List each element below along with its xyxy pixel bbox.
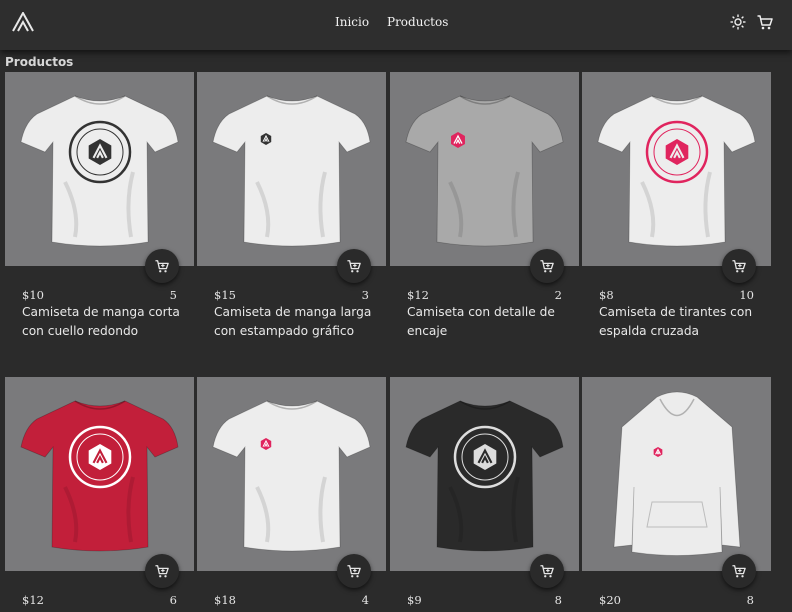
product-stock: 8 xyxy=(554,593,562,607)
section-title: Productos xyxy=(5,55,74,69)
add-to-cart-icon xyxy=(155,565,169,578)
tshirt-image xyxy=(20,400,179,552)
product-stock: 3 xyxy=(361,288,369,302)
nav-link-inicio[interactable]: Inicio xyxy=(335,15,369,29)
product-image[interactable] xyxy=(582,377,771,571)
add-to-cart-button[interactable] xyxy=(337,554,371,588)
product-stock: 4 xyxy=(361,593,369,607)
product-name[interactable]: Camiseta con detalle de encaje xyxy=(407,303,573,340)
product-image[interactable] xyxy=(197,377,386,571)
cart-icon[interactable] xyxy=(757,14,773,30)
product-image[interactable] xyxy=(390,377,579,571)
product-price: $12 xyxy=(22,593,44,607)
product-price: $8 xyxy=(599,288,614,302)
tshirt-image xyxy=(20,95,179,247)
add-to-cart-icon xyxy=(347,260,361,273)
tshirt-image xyxy=(597,95,756,247)
add-to-cart-button[interactable] xyxy=(530,249,564,283)
product-price: $20 xyxy=(599,593,621,607)
product-price: $9 xyxy=(407,593,422,607)
product-price: $18 xyxy=(214,593,236,607)
product-stock: 2 xyxy=(554,288,562,302)
tshirt-image xyxy=(212,95,371,247)
add-to-cart-button[interactable] xyxy=(145,554,179,588)
product-price: $12 xyxy=(407,288,429,302)
top-navigation-bar: Inicio Productos xyxy=(0,0,792,50)
product-image[interactable] xyxy=(390,72,579,266)
add-to-cart-button[interactable] xyxy=(337,249,371,283)
product-image[interactable] xyxy=(5,72,194,266)
tshirt-image xyxy=(212,400,371,552)
add-to-cart-icon xyxy=(347,565,361,578)
product-name[interactable]: Camiseta de manga corta con cuello redon… xyxy=(22,303,188,340)
product-image[interactable] xyxy=(582,72,771,266)
sun-icon[interactable] xyxy=(730,14,746,30)
add-to-cart-button[interactable] xyxy=(145,249,179,283)
product-image[interactable] xyxy=(197,72,386,266)
product-name[interactable]: Camiseta de manga larga con estampado gr… xyxy=(214,303,380,340)
product-stock: 10 xyxy=(739,288,754,302)
product-stock: 6 xyxy=(169,593,177,607)
add-to-cart-icon xyxy=(155,260,169,273)
tshirt-image xyxy=(405,95,564,247)
product-stock: 5 xyxy=(169,288,177,302)
add-to-cart-icon xyxy=(540,260,554,273)
add-to-cart-icon xyxy=(540,565,554,578)
add-to-cart-icon xyxy=(732,565,746,578)
nav-link-productos[interactable]: Productos xyxy=(387,15,448,29)
tshirt-image xyxy=(405,400,564,552)
add-to-cart-button[interactable] xyxy=(722,554,756,588)
product-name[interactable]: Camiseta de tirantes con espalda cruzada xyxy=(599,303,765,340)
add-to-cart-button[interactable] xyxy=(530,554,564,588)
add-to-cart-icon xyxy=(732,260,746,273)
hoodie-image xyxy=(613,391,741,556)
add-to-cart-button[interactable] xyxy=(722,249,756,283)
product-image[interactable] xyxy=(5,377,194,571)
product-stock: 8 xyxy=(746,593,754,607)
product-price: $10 xyxy=(22,288,44,302)
academlo-logo-icon[interactable] xyxy=(12,12,34,32)
product-price: $15 xyxy=(214,288,236,302)
